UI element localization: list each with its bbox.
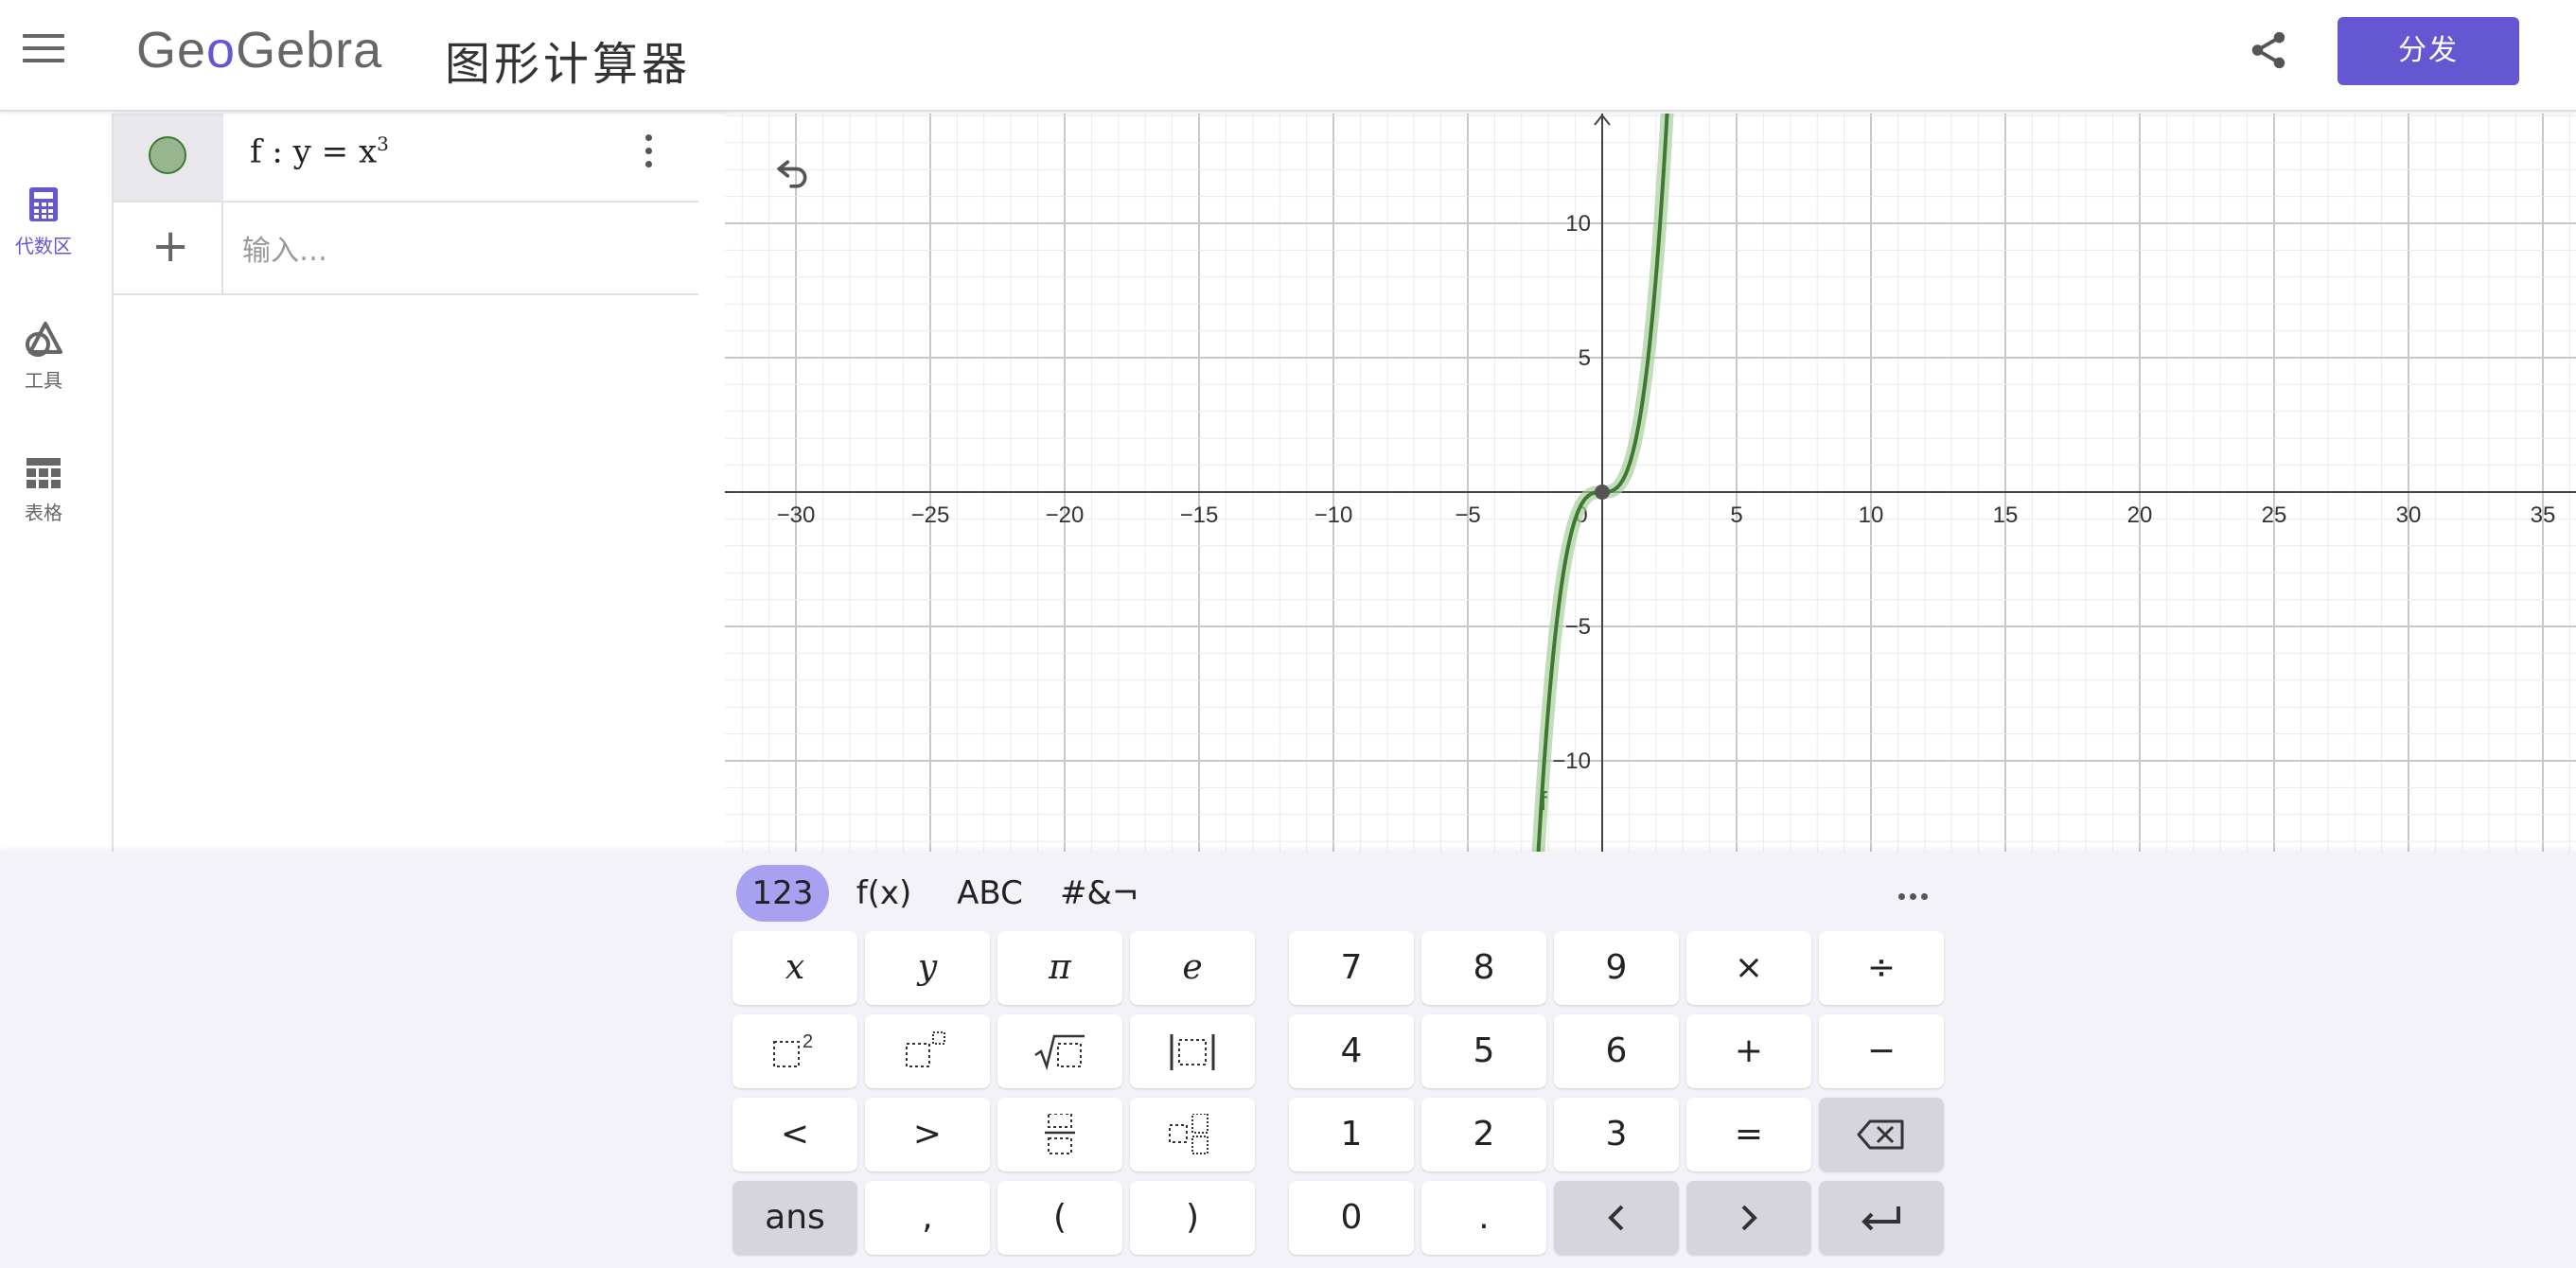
x-tick-label: −5 <box>1455 502 1480 528</box>
key-backspace-icon[interactable] <box>1819 1098 1944 1171</box>
nav-rail: 代数区 工具 表格 <box>0 114 112 852</box>
key-fraction[interactable] <box>997 1098 1122 1171</box>
key-y[interactable]: y <box>865 931 990 1005</box>
marble-cell <box>114 114 223 201</box>
key-pi[interactable]: π <box>997 931 1122 1005</box>
undo-icon[interactable] <box>770 153 812 195</box>
algebra-input-row[interactable]: + 输入… <box>114 203 698 295</box>
x-tick-label: −10 <box>1314 502 1353 528</box>
menu-icon[interactable] <box>23 34 64 68</box>
x-tick-label: 5 <box>1730 502 1742 528</box>
tab-symbols[interactable]: #&¬ <box>1060 865 1139 922</box>
key-e[interactable]: e <box>1130 931 1255 1005</box>
x-tick-label: −30 <box>777 502 816 528</box>
x-tick-label: 15 <box>1993 502 2019 528</box>
key-x[interactable]: x <box>732 931 857 1005</box>
header: GeoGebra 图形计算器 分发 <box>0 0 2576 112</box>
x-tick-label: 35 <box>2531 502 2556 528</box>
nav-algebra[interactable]: 代数区 <box>0 185 87 258</box>
virtual-keyboard: 123 f(x) ABC #&¬ x y π e 2 < > ans,() 7 8 9 × ÷ 4 5 6 + −… <box>0 852 2576 1268</box>
x-tick-label: 30 <box>2396 502 2422 528</box>
key-open-paren[interactable]: ( <box>997 1181 1122 1255</box>
nav-table[interactable]: 表格 <box>0 456 87 525</box>
key-less-than[interactable]: < <box>732 1098 857 1171</box>
key-decimal[interactable]: . <box>1421 1181 1546 1255</box>
key-equals[interactable]: = <box>1686 1098 1811 1171</box>
app-title: 图形计算器 <box>445 38 692 91</box>
y-tick-label: 10 <box>1565 211 1591 237</box>
origin-point <box>1595 484 1610 500</box>
key-8[interactable]: 8 <box>1421 931 1546 1005</box>
more-horiz-icon[interactable] <box>1898 886 1932 904</box>
x-tick-label: 25 <box>2262 502 2287 528</box>
tab-fx[interactable]: f(x) <box>850 865 918 922</box>
key-power[interactable] <box>865 1014 990 1088</box>
more-vert-icon[interactable] <box>645 134 661 174</box>
key-5[interactable]: 5 <box>1421 1014 1546 1088</box>
visibility-toggle[interactable] <box>149 136 186 174</box>
key-square[interactable]: 2 <box>732 1014 857 1088</box>
key-9[interactable]: 9 <box>1554 931 1679 1005</box>
algebra-panel: f : y = x3 + 输入… <box>112 114 818 852</box>
geogebra-logo: GeoGebra <box>136 22 383 79</box>
key-right-icon[interactable] <box>1686 1181 1811 1255</box>
key-sqrt[interactable] <box>997 1014 1122 1088</box>
formula-f[interactable]: f : y = x3 <box>250 132 389 170</box>
key-abs[interactable] <box>1130 1014 1255 1088</box>
tab-abc[interactable]: ABC <box>946 865 1033 922</box>
key-4[interactable]: 4 <box>1289 1014 1414 1088</box>
key-6[interactable]: 6 <box>1554 1014 1679 1088</box>
key-plus[interactable]: + <box>1686 1014 1811 1088</box>
calculator-icon <box>29 187 58 221</box>
y-tick-label: −10 <box>1552 748 1591 774</box>
x-tick-label: −15 <box>1180 502 1219 528</box>
x-tick-label: 10 <box>1859 502 1884 528</box>
key-minus[interactable]: − <box>1819 1014 1944 1088</box>
graphics-view[interactable]: −30 −25 −20 −15 −10 −5 0 5 10 15 20 25 30 35 10 5 −5 −10 f <box>725 114 2576 852</box>
key-comma[interactable]: , <box>865 1181 990 1255</box>
x-tick-label: −25 <box>911 502 950 528</box>
tab-123[interactable]: 123 <box>736 865 829 922</box>
share-icon[interactable] <box>2247 28 2290 72</box>
nav-tools[interactable]: 工具 <box>0 320 87 393</box>
x-tick-label: −20 <box>1046 502 1085 528</box>
shapes-icon <box>26 322 62 357</box>
plus-icon[interactable]: + <box>151 223 189 269</box>
key-2[interactable]: 2 <box>1421 1098 1546 1171</box>
x-tick-label: 20 <box>2127 502 2153 528</box>
table-icon <box>26 458 61 488</box>
key-subscript[interactable] <box>1130 1098 1255 1171</box>
key-0[interactable]: 0 <box>1289 1181 1414 1255</box>
key-greater-than[interactable]: > <box>865 1098 990 1171</box>
share-button[interactable]: 分发 <box>2338 17 2519 85</box>
key-enter-icon[interactable] <box>1819 1181 1944 1255</box>
y-tick-label: 5 <box>1579 345 1591 371</box>
key-3[interactable]: 3 <box>1554 1098 1679 1171</box>
key-left-icon[interactable] <box>1554 1181 1679 1255</box>
input-field[interactable]: 输入… <box>242 227 327 269</box>
add-cell: + <box>114 203 223 293</box>
algebra-row-f[interactable]: f : y = x3 <box>114 114 698 203</box>
y-tick-label: −5 <box>1565 614 1591 640</box>
coordinate-plane[interactable]: −30 −25 −20 −15 −10 −5 0 5 10 15 20 25 30 35105−5−10f <box>725 114 2576 852</box>
key-multiply[interactable]: × <box>1686 931 1811 1005</box>
key-close-paren[interactable]: ) <box>1130 1181 1255 1255</box>
key-ans[interactable]: ans <box>732 1181 857 1255</box>
key-divide[interactable]: ÷ <box>1819 931 1944 1005</box>
svg-text:2: 2 <box>803 1031 813 1052</box>
function-label: f <box>1540 786 1547 816</box>
key-7[interactable]: 7 <box>1289 931 1414 1005</box>
key-1[interactable]: 1 <box>1289 1098 1414 1171</box>
